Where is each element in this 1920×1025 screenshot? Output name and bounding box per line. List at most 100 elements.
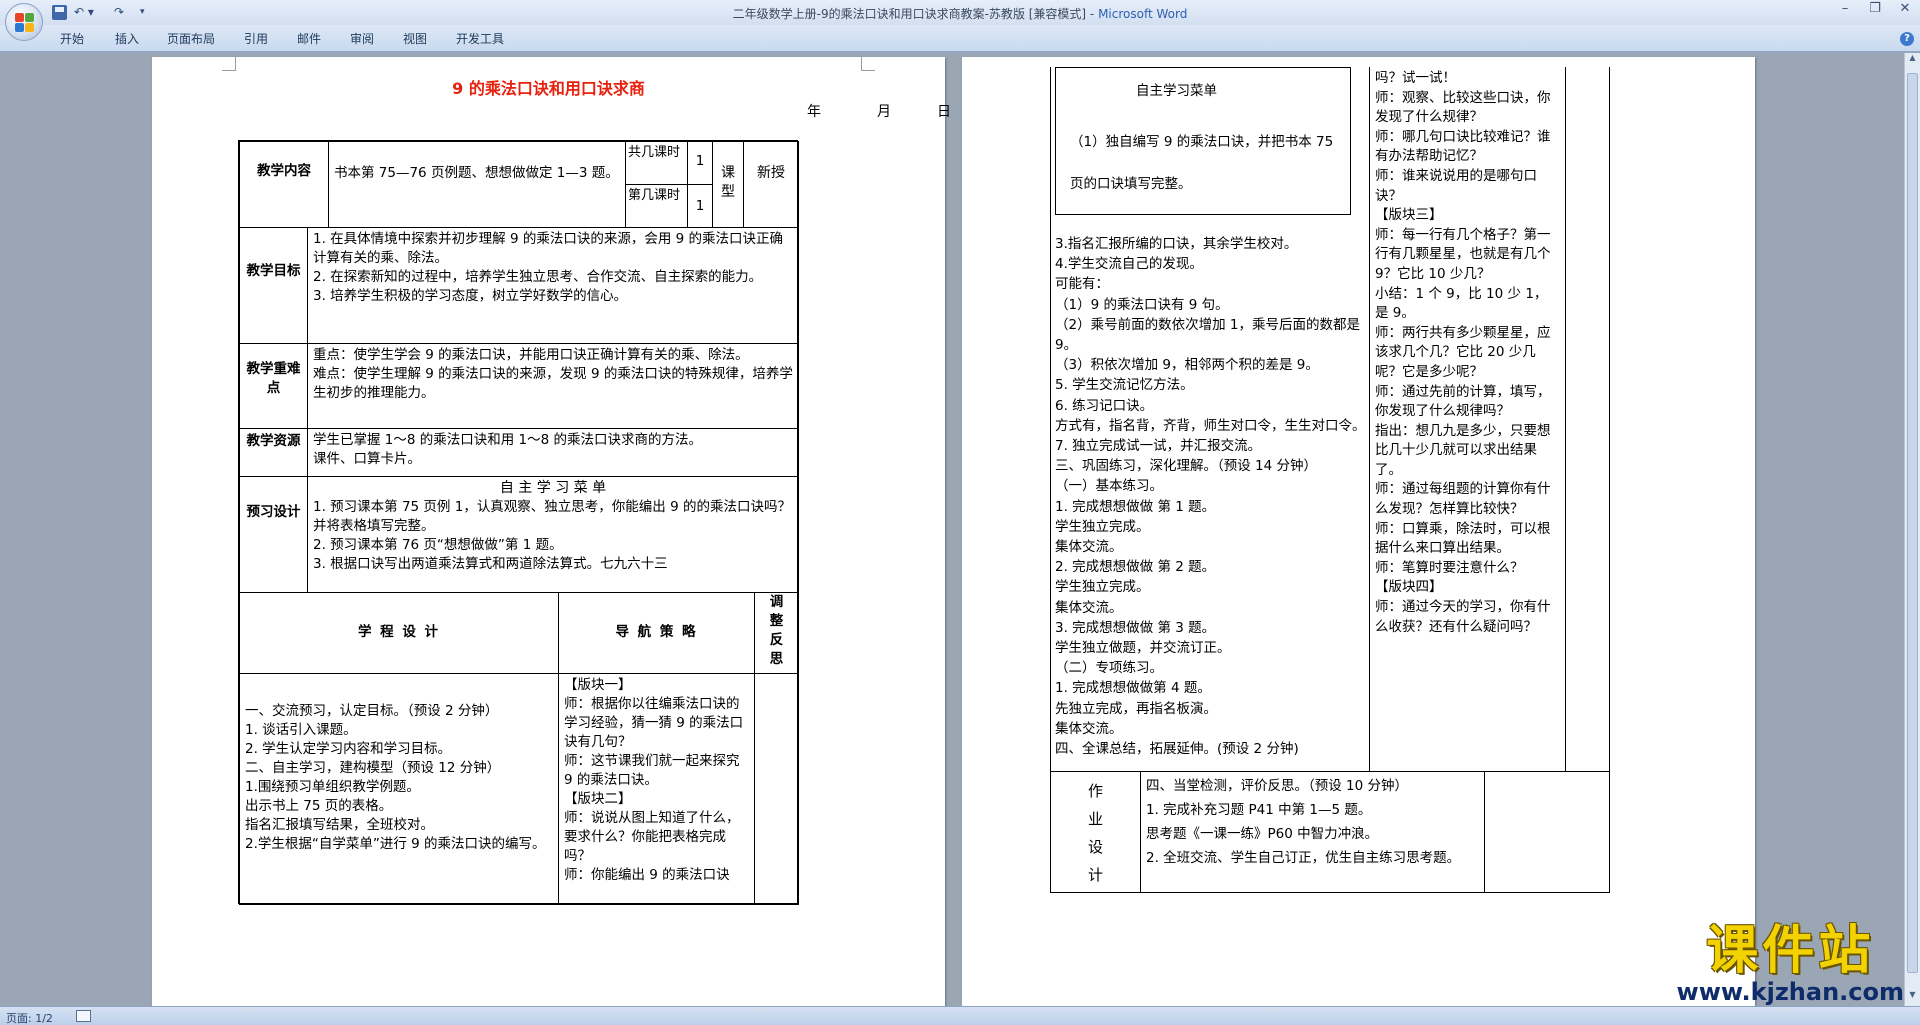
homework-line: 2. 全班交流、学生自己订正，优生自主练习思考题。: [1146, 850, 1461, 866]
process-line: 2. 学生认定学习内容和学习目标。: [245, 741, 452, 757]
reflection-body[interactable]: [754, 673, 799, 905]
key-point-item: 重点：使学生学会 9 的乘法口诀，并能用口诀正确计算有关的乘、除法。: [313, 347, 749, 363]
lesson-plan-table: 教学内容 书本第 75—76 页例题、想想做做定 1—3 题。 共几课时 1 第…: [238, 140, 799, 905]
strategy-line: 【版块一】: [564, 677, 632, 693]
strategy-line: 师：说说从图上知道了什么，要求什么？你能把表格完成吗？: [564, 810, 740, 864]
lesson-type-value[interactable]: 新授: [743, 141, 799, 228]
process-line: 2.学生根据“自学菜单”进行 9 的乘法口诀的编写。: [245, 836, 546, 852]
reflection-body-continued[interactable]: [1565, 67, 1610, 772]
tab-review[interactable]: 审阅: [350, 30, 374, 47]
document-name: 二年级数学上册-9的乘法口诀和用口诀求商教案-苏教版 [兼容模式] -: [732, 7, 1099, 21]
scroll-up-icon[interactable]: ▲: [1905, 53, 1920, 69]
process-line: 4.学生交流自己的发现。: [1055, 256, 1203, 273]
process-line: 先独立完成，再指名板演。: [1055, 700, 1217, 717]
app-name: Microsoft Word: [1098, 7, 1188, 21]
status-bar: 页面: 1/2: [0, 1006, 1920, 1025]
process-line: 学生独立做题，并交流订正。: [1055, 640, 1231, 657]
preview-menu-title: 自 主 学 习 菜 单: [499, 480, 607, 496]
strategy-body[interactable]: 【版块一】 师：根据你以往编乘法口诀的学习经验，猜一猜 9 的乘法口诀有几句？ …: [558, 673, 755, 905]
tab-page-layout[interactable]: 页面布局: [167, 30, 215, 47]
strategy-line: 师：两行共有多少颗星星，应该求几个几？它比 20 少几呢？它是多少呢？: [1375, 324, 1551, 380]
resource-item: 课件、口算卡片。: [313, 451, 421, 467]
window-title: 二年级数学上册-9的乘法口诀和用口诀求商教案-苏教版 [兼容模式] - Micr…: [0, 5, 1920, 22]
document-area[interactable]: 9 的乘法口诀和用口诀求商 年 月 日 教学内容 书本第 75—76 页例题、想…: [0, 53, 1904, 1006]
resources-text[interactable]: 学生已掌握 1～8 的乘法口诀和用 1～8 的乘法口诀求商的方法。 课件、口算卡…: [307, 428, 799, 477]
page-2: 自主学习菜单 （1）独自编写 9 的乘法口诀，并把书本 75 页的口诀填写完整。…: [962, 57, 1755, 1006]
strategy-line: 师：哪几句口诀比较难记？谁有办法帮助记忆？: [1375, 128, 1551, 165]
proofing-icon[interactable]: [76, 1010, 91, 1022]
goal-item: 2. 在探索新知的过程中，培养学生独立思考、合作交流、自主探索的能力。: [313, 269, 763, 285]
which-lesson-value[interactable]: 1: [687, 184, 713, 228]
which-lesson-label: 第几课时: [625, 184, 688, 228]
resource-item: 学生已掌握 1～8 的乘法口诀和用 1～8 的乘法口诀求商的方法。: [313, 432, 703, 448]
process-body[interactable]: 一、交流预习，认定目标。（预设 2 分钟） 1. 谈话引入课题。 2. 学生认定…: [239, 673, 559, 905]
strategy-line: 师：这节课我们就一起来探究 9 的乘法口诀。: [564, 753, 740, 788]
process-line: （一）基本练习。: [1055, 478, 1163, 495]
process-line: 一、交流预习，认定目标。（预设 2 分钟）: [245, 703, 499, 719]
help-icon[interactable]: ?: [1900, 32, 1914, 46]
page-count[interactable]: 页面: 1/2: [6, 1010, 53, 1025]
strategy-line: 师：口算乘，除法时，可以根据什么来口算出结果。: [1375, 520, 1551, 557]
homework-line: 四、当堂检测，评价反思。（预设 10 分钟）: [1146, 778, 1409, 794]
process-line: 二、自主学习，建构模型（预设 12 分钟）: [245, 760, 501, 776]
key-point-item: 难点：使学生理解 9 的乘法口诀的来源，发现 9 的乘法口诀的特殊规律，培养学生…: [313, 366, 793, 401]
tab-view[interactable]: 视图: [403, 30, 427, 47]
process-line: 1. 谈话引入课题。: [245, 722, 357, 738]
strategy-line: 师：根据你以往编乘法口诀的学习经验，猜一猜 9 的乘法口诀有几句？: [564, 696, 744, 750]
process-line: 3.指名汇报所编的口诀，其余学生校对。: [1055, 236, 1298, 252]
process-line: 四、全课总结，拓展延伸。(预设 2 分钟): [1055, 741, 1299, 758]
watermark-url: www.kjzhan.com: [1676, 978, 1904, 1006]
process-line: 1.围绕预习单组织教学例题。: [245, 779, 420, 795]
process-line: （3）积依次增加 9，相邻两个积的差是 9。: [1055, 357, 1319, 374]
tab-references[interactable]: 引用: [244, 30, 268, 47]
strategy-body-continued[interactable]: 吗？试一试！ 师：观察、比较这些口诀，你发现了什么规律？ 师：哪几句口诀比较难记…: [1369, 67, 1566, 772]
homework-reflection[interactable]: [1484, 771, 1610, 893]
office-logo-icon: [15, 13, 35, 33]
scroll-thumb[interactable]: [1907, 73, 1918, 973]
homework-line: 思考题《一课一练》P60 中智力冲浪。: [1146, 826, 1379, 842]
strategy-line: 师：通过每组题的计算你有什么发现？怎样算比较快？: [1375, 481, 1551, 518]
homework-text[interactable]: 四、当堂检测，评价反思。（预设 10 分钟） 1. 完成补充习题 P41 中第 …: [1140, 771, 1485, 893]
process-line: 可能有：: [1055, 276, 1109, 293]
tab-home[interactable]: 开始: [60, 30, 84, 47]
goals-text[interactable]: 1. 在具体情境中探索并初步理解 9 的乘法口诀的来源，会用 9 的乘法口诀正确…: [307, 227, 799, 344]
total-lessons-label: 共几课时: [625, 141, 688, 185]
title-bar: ↶ ▾ ↷ ▾ 二年级数学上册-9的乘法口诀和用口诀求商教案-苏教版 [兼容模式…: [0, 0, 1920, 25]
process-line: 1. 完成想想做做第 4 题。: [1055, 680, 1211, 697]
tab-insert[interactable]: 插入: [115, 30, 139, 47]
self-study-menu-title: 自主学习菜单: [1136, 83, 1217, 99]
preview-item: 2. 预习课本第 76 页“想想做做”第 1 题。: [313, 537, 563, 553]
strategy-line: 吗？试一试！: [1375, 70, 1456, 86]
strategy-line: 师：通过今天的学习，你有什么收获？还有什么疑问吗？: [1375, 599, 1551, 635]
process-line: 6. 练习记口诀。: [1055, 397, 1154, 414]
date-year: 年: [807, 104, 821, 120]
content-text[interactable]: 书本第 75—76 页例题、想想做做定 1—3 题。: [328, 141, 626, 228]
tab-mailings[interactable]: 邮件: [297, 30, 321, 47]
minimize-icon[interactable]: –: [1830, 0, 1860, 20]
tab-developer[interactable]: 开发工具: [456, 30, 504, 47]
margin-corner: [222, 57, 236, 71]
strategy-line: 师：谁来说说用的是哪句口诀？: [1375, 167, 1537, 204]
preview-text[interactable]: 自 主 学 习 菜 单 1. 预习课本第 75 页例 1，认真观察、独立思考，你…: [307, 476, 799, 593]
strategy-line: 【版块二】: [564, 791, 632, 807]
self-study-menu-item: （1）独自编写 9 的乘法口诀，并把书本 75 页的口诀填写完整。: [1070, 134, 1334, 192]
process-line: 集体交流。: [1055, 720, 1123, 737]
goals-label: 教学目标: [239, 227, 308, 344]
page-title: 9 的乘法口诀和用口诀求商: [452, 79, 645, 98]
scroll-down-icon[interactable]: ▼: [1905, 990, 1920, 1006]
process-body-continued[interactable]: 自主学习菜单 （1）独自编写 9 的乘法口诀，并把书本 75 页的口诀填写完整。…: [1050, 67, 1370, 772]
resources-label: 教学资源: [239, 428, 308, 477]
key-points-text[interactable]: 重点：使学生学会 9 的乘法口诀，并能用口诀正确计算有关的乘、除法。 难点：使学…: [307, 343, 799, 429]
column-header-process: 学 程 设 计: [239, 592, 559, 674]
date-month: 月: [877, 104, 891, 120]
strategy-line: 【版块三】: [1375, 207, 1443, 224]
preview-item: 3. 根据口诀写出两道乘法算式和两道除法算式。七九六十三: [313, 556, 668, 572]
strategy-line: 师：观察、比较这些口诀，你发现了什么规律？: [1375, 89, 1551, 126]
close-icon[interactable]: ✕: [1890, 0, 1920, 20]
office-button[interactable]: [5, 3, 43, 41]
maximize-icon[interactable]: ❐: [1860, 0, 1890, 20]
strategy-line: 指出：想几九是多少，只要想比几十少几就可以求出结果了。: [1375, 422, 1551, 478]
process-line: 集体交流。: [1055, 599, 1123, 616]
vertical-scrollbar[interactable]: ▲ ▼: [1904, 53, 1920, 1006]
total-lessons-value[interactable]: 1: [687, 141, 713, 185]
